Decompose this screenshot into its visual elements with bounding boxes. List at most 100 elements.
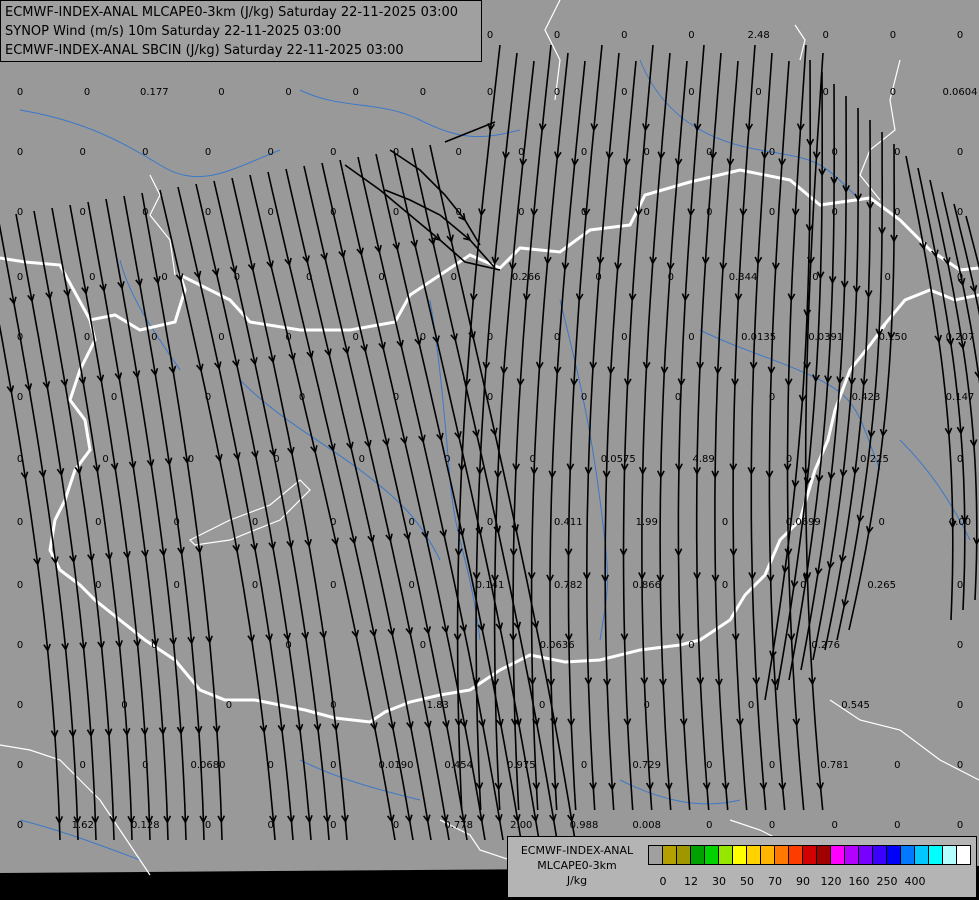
- value-label: 0: [234, 272, 240, 283]
- value-label: 0.141: [476, 580, 505, 591]
- value-label: 0: [581, 207, 587, 218]
- legend-swatch: [676, 845, 691, 865]
- value-label: 0: [409, 580, 415, 591]
- value-label: 0: [621, 332, 627, 343]
- value-label: 0: [769, 392, 775, 403]
- value-label: 0: [832, 207, 838, 218]
- value-label: 0: [530, 454, 536, 465]
- value-label: 0: [393, 820, 399, 831]
- value-label: 0: [17, 147, 23, 158]
- value-label: 0: [706, 207, 712, 218]
- value-label: 0: [890, 30, 896, 41]
- value-label: 0: [748, 700, 754, 711]
- value-label: 0: [957, 760, 963, 771]
- value-label: 0: [17, 272, 23, 283]
- value-label: 0.782: [554, 580, 583, 591]
- value-label: 0.150: [879, 332, 908, 343]
- value-label: 0: [487, 517, 493, 528]
- value-label: 0: [393, 207, 399, 218]
- value-label: 0: [420, 640, 426, 651]
- legend-swatch: [788, 845, 803, 865]
- legend-swatch: [914, 845, 929, 865]
- value-label: 0: [456, 147, 462, 158]
- value-label: 0: [885, 272, 891, 283]
- value-label: 0: [706, 147, 712, 158]
- value-label: 0: [581, 392, 587, 403]
- value-label: 0: [205, 207, 211, 218]
- value-label: 0: [957, 640, 963, 651]
- legend-swatch: [956, 845, 971, 865]
- value-label: 0: [769, 820, 775, 831]
- header-line-3: ECMWF-INDEX-ANAL SBCIN (J/kg) Saturday 2…: [5, 43, 404, 58]
- value-label: 0: [769, 147, 775, 158]
- value-label: 0: [102, 454, 108, 465]
- value-label: 0: [218, 332, 224, 343]
- legend-tick-label: 70: [768, 875, 782, 888]
- value-label: 0: [17, 820, 23, 831]
- value-label: 0.423: [852, 392, 881, 403]
- value-label: 0: [95, 580, 101, 591]
- value-label: 0: [285, 332, 291, 343]
- value-label: 0.128: [131, 820, 160, 831]
- value-label: 1.62: [72, 820, 94, 831]
- value-label: 0: [393, 147, 399, 158]
- value-label: 0: [330, 820, 336, 831]
- value-label: 0: [17, 640, 23, 651]
- value-label: 0: [957, 700, 963, 711]
- value-label: 0: [812, 272, 818, 283]
- value-label: 0: [268, 147, 274, 158]
- value-label: 0: [252, 517, 258, 528]
- value-label: 0: [268, 760, 274, 771]
- value-label: 0.0190: [379, 760, 414, 771]
- value-label: 0: [161, 272, 167, 283]
- value-label: 0: [688, 87, 694, 98]
- value-label: 0: [17, 87, 23, 98]
- value-label: 0: [957, 207, 963, 218]
- value-label: 0: [894, 820, 900, 831]
- value-label: 0.778: [444, 820, 473, 831]
- value-label: 0: [487, 392, 493, 403]
- legend-swatch: [844, 845, 859, 865]
- value-label: 0.225: [860, 454, 889, 465]
- value-label: 0: [353, 332, 359, 343]
- value-label: 0.008: [632, 820, 661, 831]
- value-label: 0: [205, 392, 211, 403]
- value-label: 0: [142, 147, 148, 158]
- value-label: 0: [451, 272, 457, 283]
- value-label: 0.265: [867, 580, 896, 591]
- value-label: 0: [644, 700, 650, 711]
- value-label: 0.0391: [808, 332, 843, 343]
- value-label: 0: [226, 700, 232, 711]
- value-label: 0.0575: [601, 454, 636, 465]
- value-label: 0: [353, 87, 359, 98]
- value-label: 0: [330, 760, 336, 771]
- value-label: 0: [487, 332, 493, 343]
- value-label: 0: [84, 87, 90, 98]
- value-label: 0: [688, 640, 694, 651]
- value-label: 0: [378, 272, 384, 283]
- value-label: 0: [84, 332, 90, 343]
- value-label: 0.266: [512, 272, 541, 283]
- value-label: 0: [879, 517, 885, 528]
- legend-swatch: [886, 845, 901, 865]
- value-label: 0: [409, 517, 415, 528]
- value-label: 0: [957, 272, 963, 283]
- value-label: 0: [722, 580, 728, 591]
- value-label: 4.89: [692, 454, 714, 465]
- value-label: 0: [755, 87, 761, 98]
- legend-swatch: [690, 845, 705, 865]
- value-label: 0: [675, 392, 681, 403]
- value-label: 0: [823, 87, 829, 98]
- value-label: 0: [299, 392, 305, 403]
- value-label: 0: [420, 87, 426, 98]
- value-label: 0: [218, 87, 224, 98]
- legend-tick-label: 12: [684, 875, 698, 888]
- legend-tick-label: 0: [659, 875, 667, 888]
- value-label: 0.0604: [943, 87, 978, 98]
- value-label: 0: [621, 30, 627, 41]
- value-label: 0.0680: [191, 760, 226, 771]
- value-label: 0: [668, 272, 674, 283]
- legend-swatch: [760, 845, 775, 865]
- value-label: 0: [80, 147, 86, 158]
- value-label: 0: [252, 580, 258, 591]
